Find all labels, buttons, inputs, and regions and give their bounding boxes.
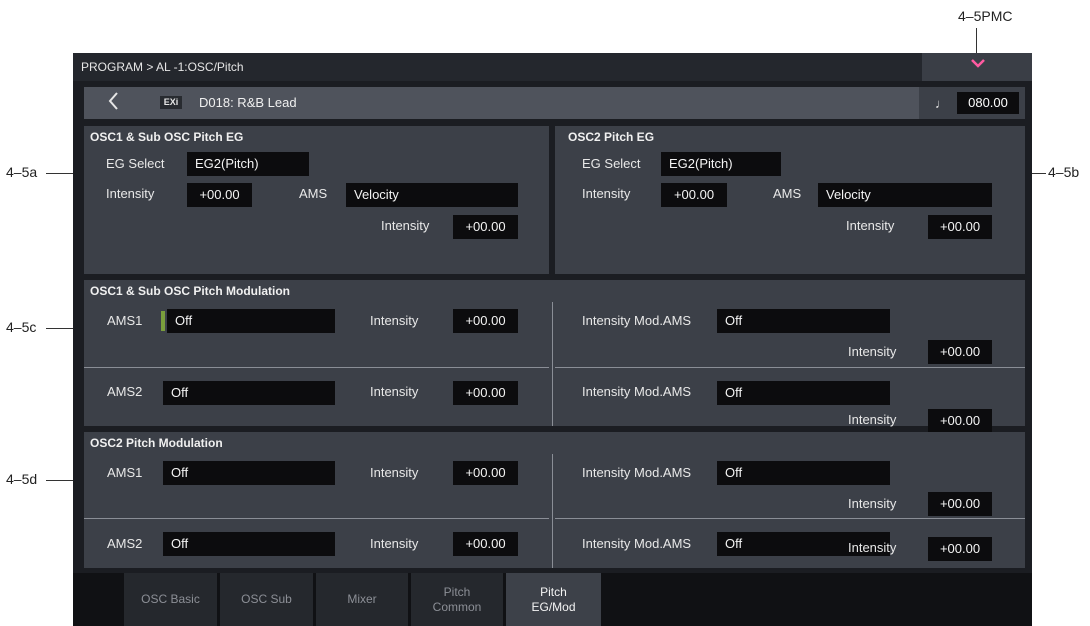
ams2-intensity-label: Intensity [370,536,419,551]
ams-intensity-field[interactable]: +00.00 [928,215,992,239]
ams2-intensity-field[interactable]: +00.00 [453,532,518,556]
ams1-mod-field[interactable]: Off [717,309,890,333]
column-divider [552,454,553,568]
ams-field[interactable]: Velocity [818,183,992,207]
osc1-pitch-eg-panel: OSC1 & Sub OSC Pitch EG EG Select EG2(Pi… [84,126,549,274]
ams1-mod-intensity-field[interactable]: +00.00 [928,340,992,364]
tab-bar: OSC Basic OSC Sub Mixer Pitch Common Pit… [73,573,1032,626]
callout-4-5b: 4–5b [1048,164,1080,180]
chevron-left-icon[interactable] [106,90,120,118]
ams2-mod-label: Intensity Mod.AMS [582,384,692,399]
exi-badge: EXi [160,96,182,109]
ams2-field[interactable]: Off [163,381,335,405]
page-menu-button[interactable] [922,53,1032,81]
ams2-label: AMS2 [107,536,143,551]
program-select-bar[interactable]: EXi D018: R&B Lead ♩ 080.00 [84,87,1025,119]
osc1-pitch-mod-panel: OSC1 & Sub OSC Pitch Modulation AMS1 Off… [84,280,1025,433]
ams1-label: AMS1 [107,313,143,328]
eg-select-field[interactable]: EG2(Pitch) [187,152,309,176]
ams1-mod-field[interactable]: Off [717,461,890,485]
ams2-field[interactable]: Off [163,532,335,556]
ams2-label: AMS2 [107,384,143,399]
eg-select-field[interactable]: EG2(Pitch) [661,152,781,176]
panel-title: OSC1 & Sub OSC Pitch Modulation [90,284,291,298]
column-divider [552,302,553,426]
tab-mixer[interactable]: Mixer [316,573,408,626]
ams-label: AMS [773,186,802,201]
tab-pitch-common[interactable]: Pitch Common [411,573,503,626]
ams1-intensity-field[interactable]: +00.00 [453,309,518,333]
ams1-mod-label: Intensity Mod.AMS [582,465,692,480]
panel-title: OSC2 Pitch Modulation [90,436,223,450]
ams2-intensity-field[interactable]: +00.00 [453,381,518,405]
intensity-label: Intensity [106,186,155,201]
intensity-field[interactable]: +00.00 [661,183,727,207]
focus-cursor [161,311,165,331]
ams1-intensity-field[interactable]: +00.00 [453,461,518,485]
ams1-intensity-label: Intensity [370,313,419,328]
ams1-intensity-label: Intensity [370,465,419,480]
ams-intensity-label: Intensity [846,218,895,233]
program-name[interactable]: D018: R&B Lead [199,95,297,110]
osc2-ams2-mod-intensity-field[interactable]: +00.00 [928,537,992,561]
ams2-mod-field[interactable]: Off [717,381,890,405]
panel-title: OSC1 & Sub OSC Pitch EG [90,130,244,144]
breadcrumb: PROGRAM > AL -1:OSC/Pitch [81,60,244,74]
ams-label: AMS [299,186,328,201]
callout-4-5a: 4–5a [6,164,38,180]
eg-select-label: EG Select [106,156,165,171]
ams2-mod-label: Intensity Mod.AMS [582,536,692,551]
callout-4-5c: 4–5c [6,319,37,335]
ams1-mod-intensity-label: Intensity [848,344,897,359]
callout-menu: 4–5PMC [958,8,1013,24]
ams2-mod-intensity-field[interactable]: +00.00 [928,409,992,433]
callout-4-5d: 4–5d [6,471,38,487]
osc2-ams2-mod-intensity-label: Intensity [848,540,897,555]
tab-osc-sub[interactable]: OSC Sub [220,573,313,626]
tab-pitch-eg-mod[interactable]: Pitch EG/Mod [506,573,601,626]
device-screen: PROGRAM > AL -1:OSC/Pitch EXi D018: R&B … [73,53,1032,626]
row-divider [84,518,549,519]
row-divider [555,518,1025,519]
ams1-field[interactable]: Off [163,461,335,485]
tempo-value[interactable]: 080.00 [957,92,1019,114]
ams2-mod-intensity-label: Intensity [848,412,897,427]
ams1-mod-label: Intensity Mod.AMS [582,313,692,328]
chevron-down-icon [970,56,986,74]
tab-osc-basic[interactable]: OSC Basic [124,573,217,626]
intensity-label: Intensity [582,186,631,201]
quarter-note-icon: ♩ [935,96,948,111]
title-bar: PROGRAM > AL -1:OSC/Pitch [73,53,1032,81]
ams1-field[interactable]: Off [167,309,335,333]
ams1-label: AMS1 [107,465,143,480]
ams1-mod-intensity-label: Intensity [848,496,897,511]
ams1-mod-intensity-field[interactable]: +00.00 [928,492,992,516]
intensity-field[interactable]: +00.00 [187,183,252,207]
panel-title: OSC2 Pitch EG [568,130,655,144]
ams2-intensity-label: Intensity [370,384,419,399]
row-divider [84,367,549,368]
eg-select-label: EG Select [582,156,641,171]
ams-intensity-label: Intensity [381,218,430,233]
ams-intensity-field[interactable]: +00.00 [453,215,518,239]
osc2-pitch-eg-panel: OSC2 Pitch EG EG Select EG2(Pitch) Inten… [555,126,1025,274]
tempo-box: ♩ 080.00 [919,87,1025,119]
row-divider [555,367,1025,368]
ams-field[interactable]: Velocity [346,183,518,207]
